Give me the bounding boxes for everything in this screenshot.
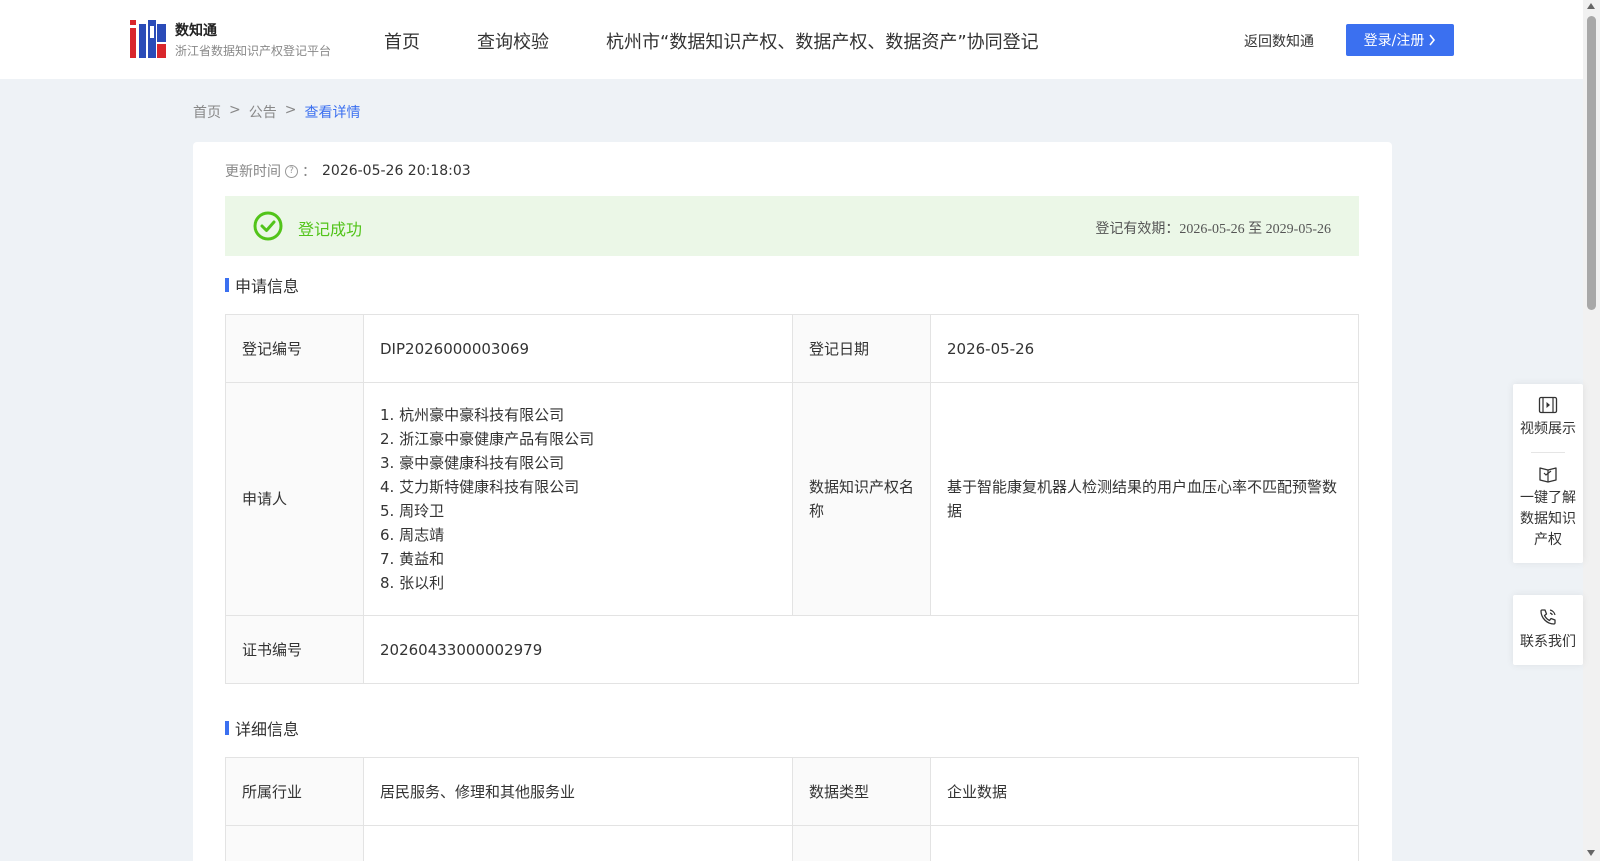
- phone-icon: [1540, 609, 1556, 625]
- application-info-title: 申请信息: [225, 273, 299, 297]
- top-header: 数知通 浙江省数据知识产权登记平台 首页 查询校验 杭州市“数据知识产权、数据产…: [0, 0, 1583, 79]
- side-help-panel: 视频展示 一键了解 数据知识 产权: [1513, 384, 1583, 563]
- application-info-title-text: 申请信息: [235, 277, 300, 296]
- detail-info-title-text: 详细信息: [235, 720, 300, 739]
- detail-info-table: 所属行业 居民服务、修理和其他服务业 数据类型 企业数据: [225, 757, 1359, 861]
- reg-date-label: 登记日期: [792, 314, 931, 383]
- validity-period: 登记有效期：2026-05-26 至 2029-05-26: [1095, 222, 1331, 237]
- video-showcase-label: 视频展示: [1520, 421, 1576, 437]
- table-row: 申请人 1. 杭州豪中豪科技有限公司 2. 浙江豪中豪健康产品有限公司 3. 豪…: [225, 382, 1359, 616]
- registration-status-banner: 登记成功 登记有效期：2026-05-26 至 2029-05-26: [225, 196, 1359, 256]
- breadcrumb-current: 查看详情: [304, 105, 361, 121]
- video-showcase-button[interactable]: 视频展示: [1513, 384, 1583, 452]
- update-time-value: 2026-05-26 20:18:03: [322, 163, 471, 179]
- side-contact-panel: 联系我们: [1513, 595, 1583, 665]
- reg-no-label: 登记编号: [225, 314, 364, 383]
- table-cell: [930, 825, 1359, 861]
- learn-line-3: 产权: [1534, 532, 1562, 548]
- list-item: 5. 周玲卫: [380, 502, 445, 520]
- status-text: 登记成功: [298, 220, 363, 239]
- open-book-icon: [1539, 467, 1557, 483]
- list-item: 2. 浙江豪中豪健康产品有限公司: [380, 430, 595, 448]
- list-item: 3. 豪中豪健康科技有限公司: [380, 454, 565, 472]
- logo-name: 数知通: [175, 23, 217, 39]
- applicant-label: 申请人: [225, 382, 364, 616]
- update-time-row: 更新时间 ? ： 2026-05-26 20:18:03: [225, 161, 471, 181]
- contact-us-button[interactable]: 联系我们: [1513, 595, 1583, 665]
- table-row: 所属行业 居民服务、修理和其他服务业 数据类型 企业数据: [225, 757, 1359, 826]
- scroll-up-arrow-icon[interactable]: [1587, 3, 1595, 9]
- breadcrumb-separator: >: [229, 102, 241, 118]
- ip-name-label: 数据知识产权名称: [792, 382, 931, 616]
- login-register-button[interactable]: 登录/注册: [1346, 24, 1454, 56]
- update-time-colon: ：: [302, 164, 316, 180]
- chevron-right-icon: [1429, 34, 1436, 46]
- scroll-down-arrow-icon[interactable]: [1587, 850, 1595, 856]
- cert-no-label: 证书编号: [225, 615, 364, 684]
- section-accent-bar: [225, 278, 229, 292]
- breadcrumb-announcement[interactable]: 公告: [249, 102, 277, 122]
- ip-name-value: 基于智能康复机器人检测结果的用户血压心率不匹配预警数据: [930, 382, 1359, 616]
- data-type-value: 企业数据: [930, 757, 1359, 826]
- cert-no-value: 20260433000002979: [363, 615, 1359, 684]
- learn-line-1: 一键了解: [1520, 490, 1576, 506]
- list-item: 7. 黄益和: [380, 550, 445, 568]
- breadcrumb-separator: >: [284, 102, 297, 118]
- industry-value: 居民服务、修理和其他服务业: [363, 757, 793, 826]
- question-circle-icon[interactable]: ?: [285, 164, 298, 178]
- back-to-shuzhitong-link[interactable]: 返回数知通: [1244, 31, 1314, 51]
- logo-subtitle: 浙江省数据知识产权登记平台: [175, 44, 332, 58]
- detail-card: 更新时间 ? ： 2026-05-26 20:18:03 登记成功 登记有效期：…: [193, 142, 1392, 861]
- reg-no-value: DIP2026000003069: [363, 314, 793, 383]
- list-item: 6. 周志靖: [380, 526, 445, 544]
- application-info-table: 登记编号 DIP2026000003069 登记日期 2026-05-26 申请…: [225, 314, 1359, 684]
- login-register-label: 登录/注册: [1363, 33, 1425, 49]
- list-item: 4. 艾力斯特健康科技有限公司: [380, 478, 580, 496]
- section-accent-bar: [225, 721, 229, 735]
- nav-home[interactable]: 首页: [384, 28, 420, 54]
- update-time-label: 更新时间: [225, 164, 281, 180]
- table-row: [225, 825, 1359, 861]
- list-item: 1. 杭州豪中豪科技有限公司: [380, 406, 565, 424]
- scrollbar-thumb[interactable]: [1587, 16, 1596, 310]
- table-row: 登记编号 DIP2026000003069 登记日期 2026-05-26: [225, 314, 1359, 383]
- table-row: 证书编号 20260433000002979: [225, 615, 1359, 684]
- video-icon: [1538, 396, 1558, 414]
- platform-logo-icon[interactable]: [130, 20, 166, 58]
- table-cell: [363, 825, 793, 861]
- learn-line-2: 数据知识: [1520, 511, 1576, 527]
- data-type-label: 数据类型: [792, 757, 931, 826]
- applicant-list: 1. 杭州豪中豪科技有限公司 2. 浙江豪中豪健康产品有限公司 3. 豪中豪健康…: [363, 382, 793, 616]
- check-circle-icon: [253, 211, 283, 241]
- nav-query-verify[interactable]: 查询校验: [477, 28, 549, 54]
- breadcrumb-home[interactable]: 首页: [193, 102, 221, 122]
- reg-date-value: 2026-05-26: [930, 314, 1359, 383]
- learn-data-ip-button[interactable]: 一键了解 数据知识 产权: [1513, 453, 1583, 563]
- breadcrumb: 首页 > 公告 > 查看详情: [193, 102, 360, 122]
- list-item: 8. 张以利: [380, 574, 445, 592]
- table-cell: [225, 825, 364, 861]
- industry-label: 所属行业: [225, 757, 364, 826]
- nav-hangzhou-registration[interactable]: 杭州市“数据知识产权、数据产权、数据资产”协同登记: [606, 28, 1039, 54]
- table-cell: [792, 825, 931, 861]
- detail-info-title: 详细信息: [225, 716, 299, 740]
- contact-us-label: 联系我们: [1520, 634, 1576, 650]
